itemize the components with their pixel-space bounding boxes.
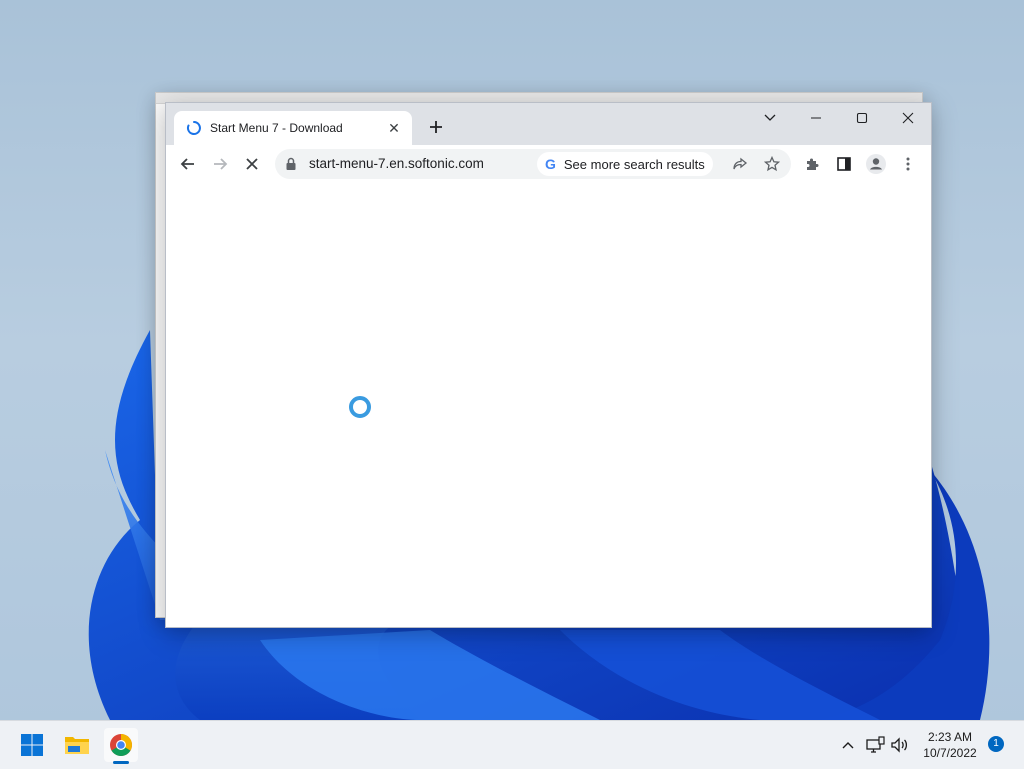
stop-loading-button[interactable] [240, 152, 264, 176]
lock-icon[interactable] [285, 157, 297, 171]
notification-badge[interactable]: 1 [988, 736, 1004, 752]
new-tab-button[interactable] [426, 117, 446, 137]
file-explorer-button[interactable] [60, 728, 94, 762]
back-button[interactable] [176, 152, 200, 176]
system-clock[interactable]: 2:23 AM 10/7/2022 [918, 729, 982, 761]
star-icon [764, 156, 780, 172]
network-button[interactable] [866, 735, 886, 755]
side-panel-icon [837, 157, 851, 171]
tab-strip: Start Menu 7 - Download ✕ [166, 103, 931, 145]
arrow-right-icon [214, 158, 228, 170]
minimize-button[interactable] [793, 103, 839, 133]
folder-icon [65, 737, 89, 754]
start-button[interactable] [15, 728, 49, 762]
chrome-taskbar-button[interactable] [104, 728, 138, 764]
browser-window[interactable]: Start Menu 7 - Download ✕ start-menu-7.e… [165, 102, 932, 628]
taskbar: 2:23 AM 10/7/2022 [0, 720, 1024, 769]
volume-button[interactable] [890, 735, 910, 755]
share-button[interactable] [731, 155, 749, 173]
maximize-icon [856, 112, 868, 124]
address-bar[interactable]: start-menu-7.en.softonic.com G See more … [275, 149, 791, 179]
speaker-icon [891, 737, 908, 753]
google-icon: G [545, 156, 556, 172]
bookmark-button[interactable] [763, 155, 781, 173]
chevron-down-icon [764, 114, 776, 121]
plus-icon [430, 121, 442, 133]
side-panel-button[interactable] [832, 152, 856, 176]
tab-title: Start Menu 7 - Download [210, 121, 343, 135]
forward-button[interactable] [208, 152, 232, 176]
close-window-button[interactable] [885, 103, 931, 133]
tab-close-icon[interactable]: ✕ [386, 120, 402, 136]
close-icon [246, 158, 258, 170]
profile-button[interactable] [864, 152, 888, 176]
windows-logo-icon [21, 734, 43, 756]
search-suggestion-chip[interactable]: G See more search results [537, 152, 713, 176]
network-icon [866, 736, 885, 753]
extensions-button[interactable] [800, 152, 824, 176]
show-hidden-icons-button[interactable] [838, 735, 858, 755]
maximize-button[interactable] [839, 103, 885, 133]
clock-time: 2:23 AM [927, 730, 973, 744]
url-text: start-menu-7.en.softonic.com [309, 156, 484, 171]
puzzle-icon [807, 158, 819, 170]
browser-toolbar: start-menu-7.en.softonic.com G See more … [166, 145, 931, 184]
close-icon [902, 112, 914, 124]
chevron-up-icon [842, 742, 854, 749]
chrome-icon [110, 734, 132, 756]
share-icon [733, 157, 748, 170]
more-vertical-icon [906, 157, 910, 171]
minimize-icon [811, 117, 821, 119]
menu-button[interactable] [896, 152, 920, 176]
browser-tab[interactable]: Start Menu 7 - Download ✕ [174, 111, 412, 145]
avatar-icon [866, 154, 886, 174]
clock-date: 10/7/2022 [923, 746, 977, 760]
window-controls [747, 103, 931, 133]
arrow-left-icon [180, 158, 194, 170]
loading-spinner-icon [186, 121, 201, 135]
page-content[interactable] [166, 183, 931, 627]
tab-search-button[interactable] [747, 103, 793, 133]
active-app-indicator [113, 761, 129, 764]
page-loading-spinner-icon [349, 396, 371, 418]
search-suggestion-text: See more search results [563, 156, 705, 172]
